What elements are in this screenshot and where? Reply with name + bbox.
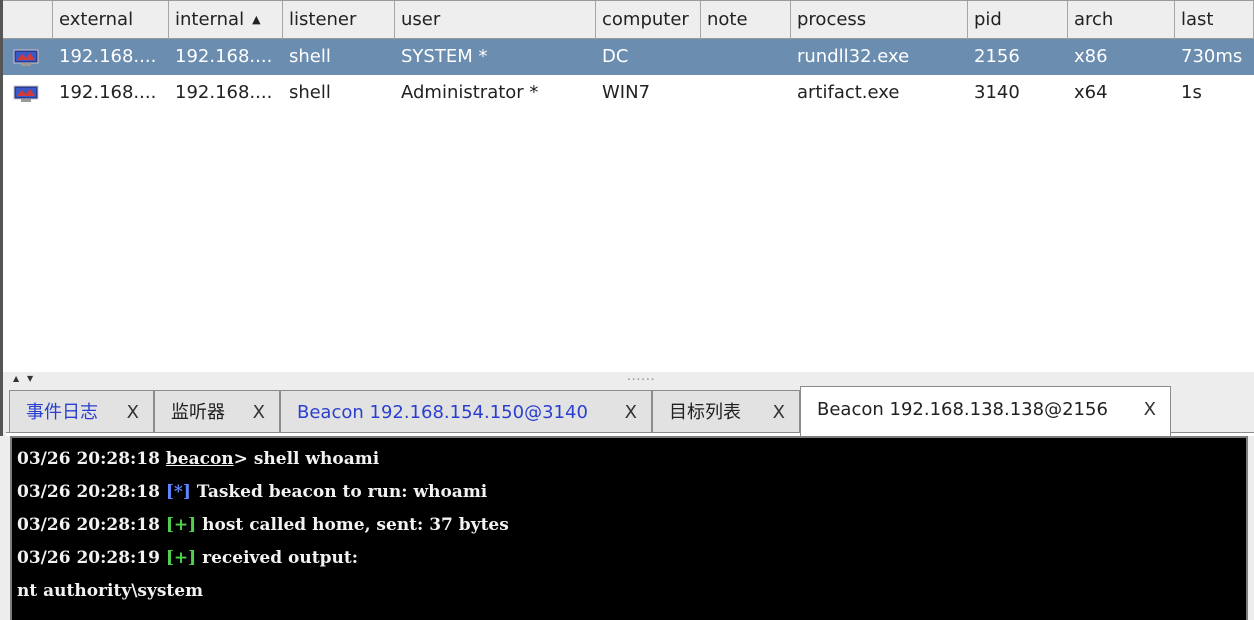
console-timestamp: 03/26 20:28:18 xyxy=(17,449,160,469)
close-tab-icon[interactable]: X xyxy=(625,391,637,435)
close-tab-icon[interactable]: X xyxy=(1144,387,1156,433)
cell-last: 730ms xyxy=(1181,46,1243,67)
session-table: external internal ▲ listener user computer not… xyxy=(0,0,1254,372)
console-text: Tasked beacon to run: whoami xyxy=(190,482,488,502)
col-header-label: internal xyxy=(175,9,245,30)
table-row[interactable]: 192.168.... 192.168.... shell SYSTEM * DC run… xyxy=(3,39,1254,75)
cell-arch: x86 xyxy=(1074,46,1108,67)
cell-user: SYSTEM * xyxy=(401,46,488,67)
beacon-session-icon xyxy=(13,49,39,67)
tab-label: 事件日志 xyxy=(26,402,98,423)
close-tab-icon[interactable]: X xyxy=(253,391,265,435)
cell-listener: shell xyxy=(289,46,331,67)
console-timestamp: 03/26 20:28:19 xyxy=(17,548,160,568)
sort-ascending-icon: ▲ xyxy=(252,13,261,26)
col-header-label: listener xyxy=(289,9,357,30)
tab-label: 目标列表 xyxy=(669,402,741,423)
tab-label: Beacon 192.168.138.138@2156 xyxy=(817,399,1108,420)
close-tab-icon[interactable]: X xyxy=(127,391,139,435)
console-timestamp: 03/26 20:28:18 xyxy=(17,515,160,535)
console-status-tag: [+] xyxy=(165,548,197,568)
tab-4[interactable]: 目标列表 X xyxy=(652,390,800,434)
cell-computer: DC xyxy=(602,46,629,67)
col-header-external[interactable]: external xyxy=(53,1,169,39)
col-header-arch[interactable]: arch xyxy=(1068,1,1175,39)
tab-label: 监听器 xyxy=(171,402,225,423)
tab-2[interactable]: 监听器 X xyxy=(154,390,280,434)
console-line: 03/26 20:28:18 [+] host called home, sen… xyxy=(12,509,1246,542)
console-text: host called home, sent: 37 bytes xyxy=(196,515,509,535)
cell-listener: shell xyxy=(289,82,331,103)
cell-arch: x64 xyxy=(1074,82,1108,103)
console-line: 03/26 20:28:18 [*] Tasked beacon to run:… xyxy=(12,476,1246,509)
cell-external: 192.168.... xyxy=(59,82,157,103)
col-header-pid[interactable]: pid xyxy=(968,1,1068,39)
cell-external: 192.168.... xyxy=(59,46,157,67)
cell-note xyxy=(701,75,791,111)
col-header-computer[interactable]: computer xyxy=(596,1,701,39)
splitter-grip-icon[interactable]: ∙∙∙∙∙∙ xyxy=(627,376,656,383)
cell-user: Administrator * xyxy=(401,82,539,103)
tab-bar: 事件日志 X 监听器 X Beacon 192.168.154.150@3140 X 目标列… xyxy=(0,386,1254,436)
cell-computer: WIN7 xyxy=(602,82,651,103)
col-header-label: last xyxy=(1181,9,1214,30)
collapse-down-icon[interactable]: ▼ xyxy=(27,374,33,383)
console-timestamp: 03/26 20:28:18 xyxy=(17,482,160,502)
console-text: shell whoami xyxy=(247,449,380,469)
col-header-internal[interactable]: internal ▲ xyxy=(169,1,283,39)
cell-process: rundll32.exe xyxy=(797,46,910,67)
col-header-process[interactable]: process xyxy=(791,1,968,39)
console-text: nt authority\system xyxy=(17,581,204,601)
col-header-label: computer xyxy=(602,9,689,30)
console-line: 03/26 20:28:19 [+] received output: xyxy=(12,542,1246,575)
col-header-label: pid xyxy=(974,9,1002,30)
col-header-note[interactable]: note xyxy=(701,1,791,39)
collapse-up-icon[interactable]: ▲ xyxy=(13,374,19,383)
table-row[interactable]: 192.168.... 192.168.... shell Administrator… xyxy=(3,75,1254,111)
cell-note xyxy=(701,39,791,75)
tab-label: Beacon 192.168.154.150@3140 xyxy=(297,402,588,423)
console-text: received output: xyxy=(196,548,358,568)
col-header-user[interactable]: user xyxy=(395,1,596,39)
col-header-label: arch xyxy=(1074,9,1114,30)
tab-3[interactable]: Beacon 192.168.154.150@3140 X xyxy=(280,390,652,434)
col-header-icon[interactable] xyxy=(3,1,53,39)
console-status-tag: [+] xyxy=(165,515,197,535)
col-header-label: process xyxy=(797,9,867,30)
col-header-label: note xyxy=(707,9,748,30)
console-line: nt authority\system xyxy=(12,575,1246,608)
col-header-label: user xyxy=(401,9,441,30)
col-header-last[interactable]: last xyxy=(1175,1,1254,39)
console-status-tag: [*] xyxy=(165,482,191,502)
tab-5[interactable]: Beacon 192.168.138.138@2156 X xyxy=(800,386,1171,436)
tab-1[interactable]: 事件日志 X xyxy=(9,390,154,434)
cell-pid: 2156 xyxy=(974,46,1020,67)
cell-internal: 192.168.... xyxy=(175,82,273,103)
col-header-listener[interactable]: listener xyxy=(283,1,395,39)
cell-process: artifact.exe xyxy=(797,82,900,103)
console-prompt: beacon xyxy=(165,449,234,469)
beacon-session-icon xyxy=(13,85,39,103)
cell-last: 1s xyxy=(1181,82,1202,103)
close-tab-icon[interactable]: X xyxy=(773,391,785,435)
beacon-console[interactable]: 03/26 20:28:18 beacon> shell whoami 03/26… xyxy=(10,436,1248,620)
cell-pid: 3140 xyxy=(974,82,1020,103)
pane-splitter[interactable]: ▲ ▼ ∙∙∙∙∙∙ xyxy=(0,372,1254,386)
console-prompt-suffix: > xyxy=(233,449,248,469)
table-header: external internal ▲ listener user computer not… xyxy=(3,0,1254,39)
cell-internal: 192.168.... xyxy=(175,46,273,67)
col-header-label: external xyxy=(59,9,134,30)
console-line: 03/26 20:28:18 beacon> shell whoami xyxy=(12,443,1246,476)
